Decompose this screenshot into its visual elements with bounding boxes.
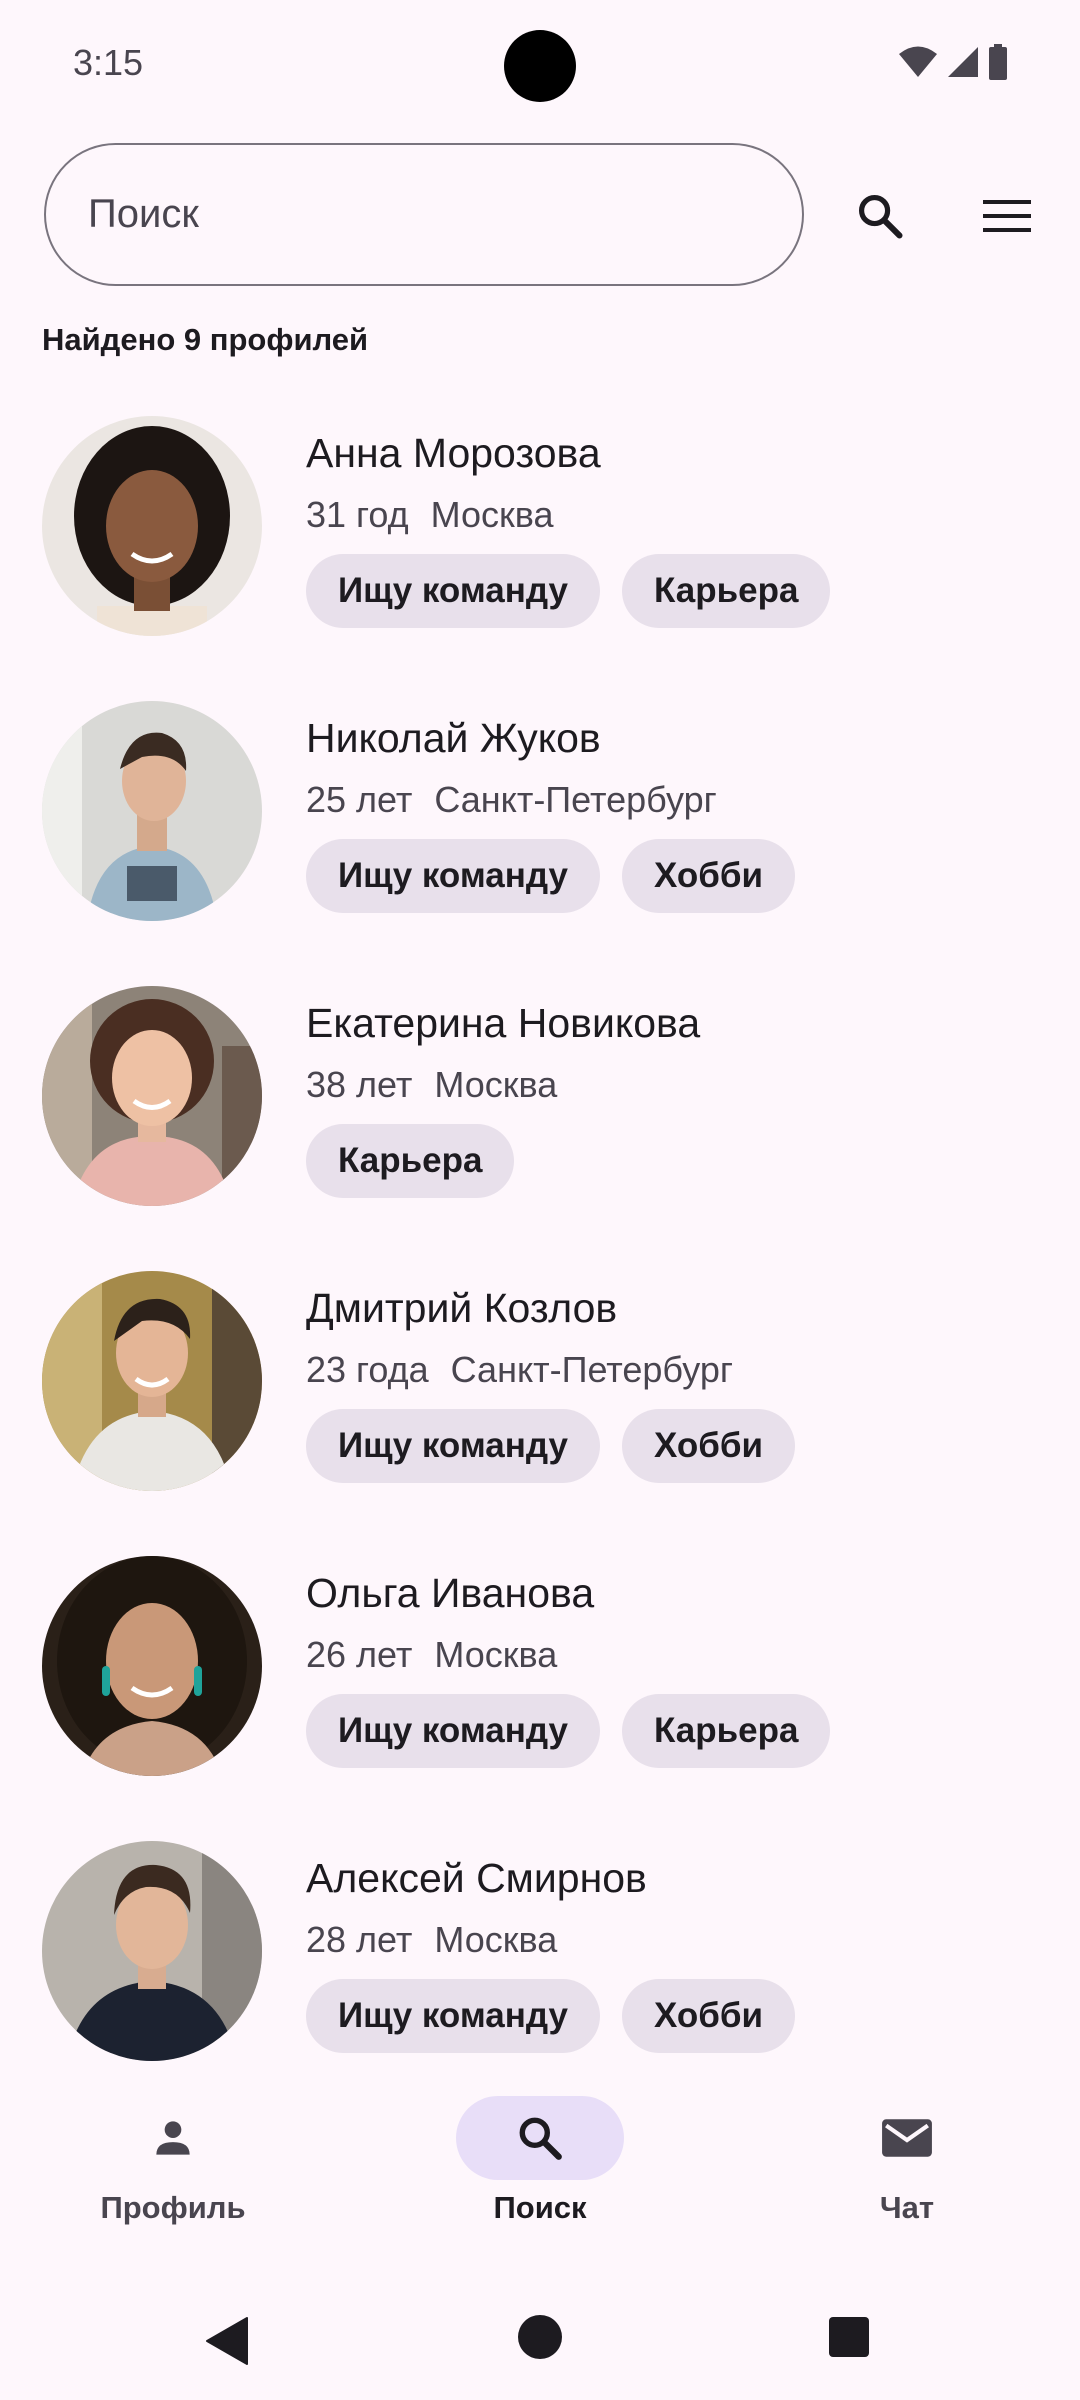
profile-meta: 25 лет Санкт-Петербург (306, 779, 717, 821)
profile-tags: Ищу команду Хобби (306, 1409, 796, 1483)
profile-item[interactable]: Николай Жуков 25 лет Санкт-Петербург Ищу … (0, 689, 1080, 974)
avatar (42, 1271, 262, 1491)
profile-age: 31 год (306, 494, 409, 535)
search-field[interactable] (44, 143, 804, 286)
nav-icon-container (456, 2096, 624, 2180)
profile-age: 25 лет (306, 779, 413, 820)
bottom-navigation: Профиль Поиск Чат (0, 2080, 1080, 2260)
profile-item[interactable]: Алексей Смирнов 28 лет Москва Ищу команду… (0, 1829, 1080, 2114)
search-input[interactable] (86, 191, 802, 238)
search-icon (858, 194, 903, 239)
profile-item[interactable]: Екатерина Новикова 38 лет Москва Карьера (0, 974, 1080, 1259)
profile-age: 28 лет (306, 1919, 413, 1960)
profile-item[interactable]: Анна Морозова 31 год Москва Ищу команду К… (0, 404, 1080, 689)
profile-tags: Карьера (306, 1124, 515, 1198)
search-icon (519, 2117, 562, 2160)
profile-item[interactable]: Ольга Иванова 26 лет Москва Ищу команду К… (0, 1544, 1080, 1829)
home-icon (518, 2315, 562, 2359)
tag-chip: Хобби (622, 839, 796, 913)
profile-city: Москва (434, 1064, 558, 1105)
profile-city: Санкт-Петербург (450, 1349, 733, 1390)
nav-label: Профиль (100, 2190, 246, 2225)
home-button[interactable] (517, 2314, 563, 2365)
wifi-icon (899, 46, 937, 77)
search-button[interactable] (848, 184, 912, 248)
tag-chip: Ищу команду (306, 839, 600, 913)
system-navigation (0, 2280, 1080, 2400)
status-icons (898, 44, 1008, 80)
menu-button[interactable] (975, 184, 1039, 248)
avatar (42, 1841, 262, 2061)
nav-label: Поиск (493, 2190, 587, 2225)
profile-name: Алексей Смирнов (306, 1855, 647, 1901)
profile-meta: 23 года Санкт-Петербург (306, 1349, 733, 1391)
avatar (42, 701, 262, 921)
profile-age: 38 лет (306, 1064, 413, 1105)
nav-label: Чат (879, 2190, 935, 2225)
profile-name: Николай Жуков (306, 715, 601, 761)
profile-city: Москва (434, 1634, 558, 1675)
mail-icon (882, 2119, 932, 2157)
profile-name: Анна Морозова (306, 430, 601, 476)
recents-button[interactable] (828, 2316, 870, 2363)
result-count: Найдено 9 профилей (42, 322, 369, 357)
profile-age: 26 лет (306, 1634, 413, 1675)
profile-name: Ольга Иванова (306, 1570, 595, 1616)
tag-chip: Ищу команду (306, 554, 600, 628)
profile-age: 23 года (306, 1349, 429, 1390)
menu-icon (983, 200, 1031, 232)
tag-chip: Карьера (622, 554, 831, 628)
profile-tags: Ищу команду Карьера (306, 554, 831, 628)
tag-chip: Хобби (622, 1409, 796, 1483)
nav-item-chat[interactable]: Чат (767, 2096, 1047, 2226)
tag-chip: Ищу команду (306, 1694, 600, 1768)
camera-cutout (504, 30, 576, 102)
recents-icon (829, 2317, 869, 2357)
profile-meta: 26 лет Москва (306, 1634, 557, 1676)
tag-chip: Ищу команду (306, 1409, 600, 1483)
tag-chip: Ищу команду (306, 1979, 600, 2053)
nav-icon-container (823, 2096, 991, 2180)
tag-chip: Карьера (622, 1694, 831, 1768)
nav-item-search[interactable]: Поиск (400, 2096, 680, 2226)
nav-icon-container (89, 2096, 257, 2180)
battery-icon (989, 44, 1007, 80)
profile-name: Екатерина Новикова (306, 1000, 701, 1046)
avatar (42, 986, 262, 1206)
avatar (42, 1556, 262, 1776)
profile-city: Москва (430, 494, 554, 535)
nav-item-profile[interactable]: Профиль (33, 2096, 313, 2226)
profile-tags: Ищу команду Карьера (306, 1694, 831, 1768)
profile-item[interactable]: Дмитрий Козлов 23 года Санкт-Петербург Ищ… (0, 1259, 1080, 1544)
profile-city: Санкт-Петербург (434, 779, 717, 820)
signal-icon (948, 47, 978, 77)
back-icon (206, 2317, 248, 2365)
person-icon (156, 2121, 190, 2155)
profile-tags: Ищу команду Хобби (306, 839, 796, 913)
profile-meta: 28 лет Москва (306, 1919, 557, 1961)
back-button[interactable] (205, 2316, 249, 2371)
profile-name: Дмитрий Козлов (306, 1285, 618, 1331)
profile-tags: Ищу команду Хобби (306, 1979, 796, 2053)
profile-city: Москва (434, 1919, 558, 1960)
tag-chip: Карьера (306, 1124, 515, 1198)
avatar (42, 416, 262, 636)
profile-meta: 38 лет Москва (306, 1064, 557, 1106)
profile-meta: 31 год Москва (306, 494, 554, 536)
tag-chip: Хобби (622, 1979, 796, 2053)
status-time: 3:15 (73, 42, 144, 83)
